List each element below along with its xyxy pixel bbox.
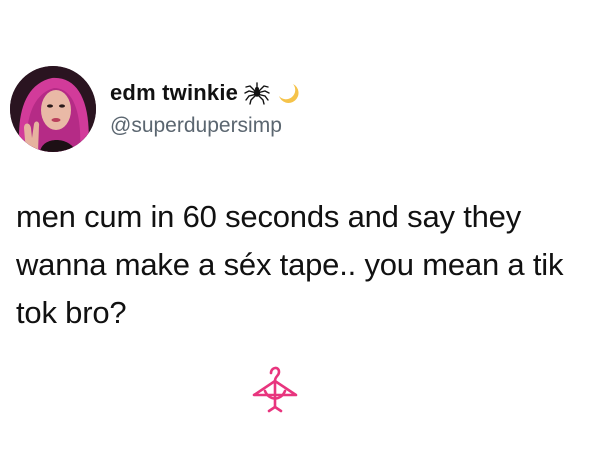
avatar-image [10,66,96,152]
display-name-row: edm twinkie [110,80,300,106]
avatar[interactable] [10,66,96,152]
handle[interactable]: @superdupersimp [110,114,282,138]
tweet-card: edm twinkie @superdupersimp men cum in 6… [0,0,600,449]
crescent-moon-icon [276,81,300,105]
display-name[interactable]: edm twinkie [110,80,238,106]
tweet-text: men cum in 60 seconds and say they wanna… [16,199,564,330]
spider-icon [244,81,270,105]
hanger-watermark-icon [251,361,299,421]
